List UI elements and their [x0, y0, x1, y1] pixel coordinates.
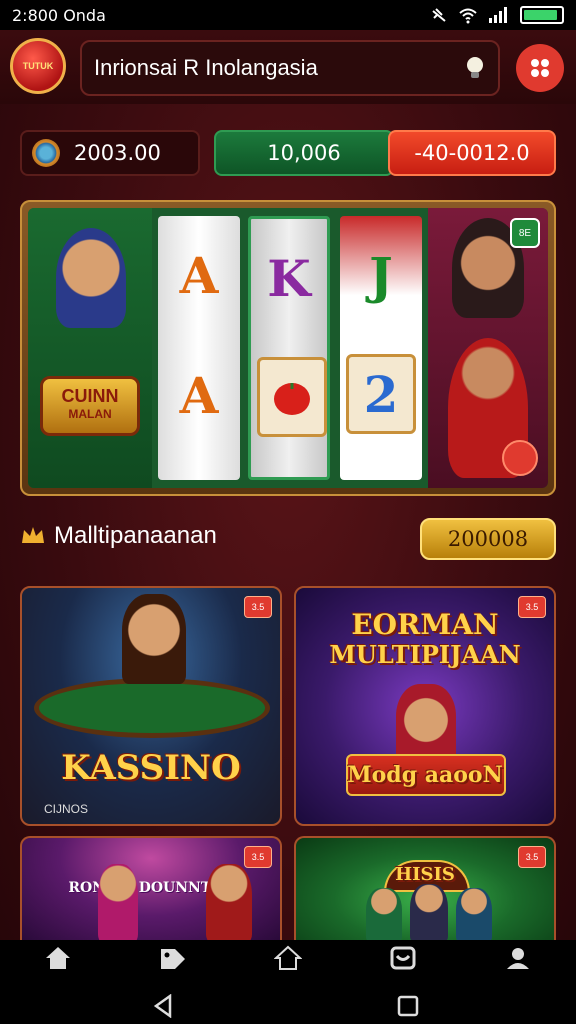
system-nav — [0, 986, 576, 1022]
card-subtitle: Modg aaooN — [347, 762, 503, 788]
card-title: KASSINO — [61, 748, 241, 788]
wifi-icon — [459, 8, 477, 24]
home-icon[interactable] — [43, 943, 73, 973]
fruit-icon — [274, 383, 310, 415]
slot-title-line1: CUINN — [61, 386, 119, 406]
game-card-multiplayer[interactable]: EORMAN MULTIPIJAAN Modg aaooN 3.5 — [294, 586, 556, 826]
red-balance-value: -40-0012.0 — [414, 141, 530, 165]
game-card-third[interactable]: RONDSI DOUNNTER 3.5 — [20, 836, 282, 940]
reel-symbol: K — [267, 249, 311, 308]
reel-symbol: J — [369, 246, 393, 305]
wallet-icon[interactable] — [388, 943, 418, 973]
game-card-kassino[interactable]: KASSINO CIJNOS 3.5 — [20, 586, 282, 826]
section-pill-text: 200008 — [447, 527, 529, 551]
reel-1: A A — [158, 216, 240, 480]
green-balance-value: 10,006 — [267, 141, 341, 165]
card-badge: 3.5 — [244, 596, 272, 618]
section-title-text: Malltipanaanan — [54, 522, 217, 549]
back-icon[interactable] — [152, 994, 174, 1018]
crown-icon — [22, 527, 44, 543]
red-balance[interactable]: -40-0012.0 — [388, 130, 556, 176]
card-character — [410, 884, 448, 940]
home-outline-icon[interactable] — [273, 943, 303, 973]
character-left — [56, 228, 126, 328]
reel-symbol-box: 2 — [346, 354, 416, 434]
card-badge-text: 3.5 — [525, 852, 539, 862]
reel-3: J 2 — [340, 216, 422, 480]
profile-icon[interactable] — [503, 943, 533, 973]
reel-2: K — [248, 216, 330, 480]
green-balance[interactable]: 10,006 — [214, 130, 394, 176]
card-badge: 3.5 — [518, 596, 546, 618]
card-character — [456, 888, 492, 940]
coin-balance-value: 2003.00 — [74, 141, 161, 165]
lightbulb-icon[interactable] — [464, 55, 486, 81]
slot-badge: 8E — [510, 218, 540, 248]
mute-icon — [432, 8, 446, 22]
bottom-nav — [0, 940, 576, 1024]
reel-symbol: 2 — [363, 364, 399, 424]
card-title-line2: MULTIPIJAAN — [329, 640, 521, 669]
slot-inner: CUINN MALAN A A K J 2 8E — [28, 208, 548, 488]
search-bar[interactable]: Inrionsai R Inolangasia — [80, 40, 500, 96]
reel-symbol: A — [179, 366, 219, 425]
app-logo[interactable]: TUTUK — [10, 38, 66, 94]
card-character — [206, 864, 252, 940]
game-card-fourth[interactable]: HISIS 3.5 — [294, 836, 556, 940]
card-badge: 3.5 — [518, 846, 546, 868]
grid-icon — [531, 59, 549, 77]
recents-icon[interactable] — [396, 994, 420, 1018]
section-title: Malltipanaanan — [20, 522, 217, 550]
slot-banner[interactable]: CUINN MALAN A A K J 2 8E — [20, 200, 556, 496]
coin-balance[interactable]: 2003.00 — [20, 130, 200, 176]
card-badge: 3.5 — [244, 846, 272, 868]
status-bar: 2:800 Onda — [0, 0, 576, 30]
section-pill-button[interactable]: 200008 — [420, 518, 556, 560]
card-badge-text: 3.5 — [251, 852, 265, 862]
slot-title: CUINN MALAN — [40, 376, 140, 436]
card-character — [396, 684, 456, 764]
logo-text: TUTUK — [22, 61, 54, 71]
card-title-line1: EORMAN — [351, 608, 499, 641]
app-header: TUTUK Inrionsai R Inolangasia — [0, 30, 576, 104]
nav-items — [0, 940, 576, 976]
card-badge-text: 3.5 — [251, 602, 265, 612]
battery-icon — [520, 6, 564, 24]
card-badge-text: 3.5 — [525, 602, 539, 612]
balance-row: 2003.00 10,006 -40-0012.0 — [20, 130, 556, 178]
search-text: Inrionsai R Inolangasia — [94, 55, 318, 80]
card-character — [98, 864, 138, 940]
reel-symbol: A — [179, 246, 219, 305]
slot-title-line2: MALAN — [68, 407, 112, 421]
card-character — [366, 888, 402, 940]
menu-button[interactable] — [516, 44, 564, 92]
slot-badge-text: 8E — [518, 227, 532, 239]
card-caption: CIJNOS — [44, 802, 89, 816]
reel-symbol-box — [257, 357, 327, 437]
coin-icon — [32, 139, 60, 167]
status-icons — [430, 6, 564, 24]
card-character — [122, 594, 186, 684]
section-header: Malltipanaanan 200008 — [20, 512, 556, 566]
signal-icon — [489, 7, 507, 23]
card-title: HISIS — [395, 864, 455, 885]
card-table — [34, 678, 270, 738]
slot-left-panel: CUINN MALAN — [28, 208, 152, 488]
tag-icon[interactable] — [158, 943, 188, 973]
status-time: 2:800 Onda — [12, 5, 106, 25]
slot-action-button[interactable] — [502, 440, 538, 476]
